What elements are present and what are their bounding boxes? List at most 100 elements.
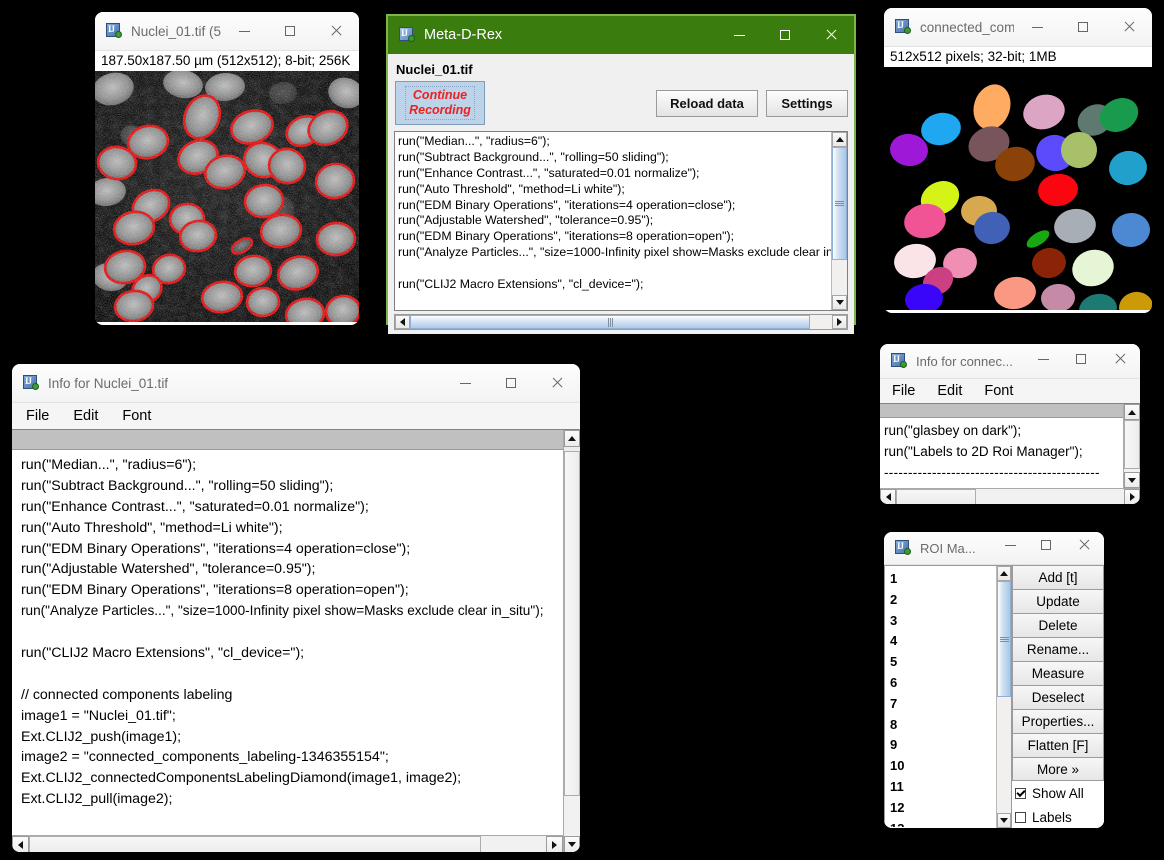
list-item[interactable]: 8 bbox=[885, 715, 995, 736]
maximize-icon[interactable] bbox=[1028, 532, 1064, 561]
info-nuclei-menubar[interactable]: File Edit Font bbox=[12, 403, 580, 429]
meta-d-rex-window[interactable]: IJ Meta-D-Rex Nuclei_01.tif Continue Rec… bbox=[386, 14, 856, 334]
list-item[interactable]: 7 bbox=[885, 694, 995, 715]
update-roi-button[interactable]: Update bbox=[1012, 589, 1104, 613]
nuclei-title-bar[interactable]: IJ Nuclei_01.tif (50%) bbox=[95, 12, 359, 51]
metadrex-vertical-scrollbar[interactable] bbox=[831, 132, 847, 310]
info-connected-title-bar[interactable]: IJ Info for connec... bbox=[880, 344, 1140, 379]
info-nuclei-horizontal-scrollbar[interactable] bbox=[12, 835, 563, 852]
scroll-thumb[interactable] bbox=[832, 147, 847, 260]
scroll-right-arrow[interactable] bbox=[1124, 489, 1140, 504]
maximize-icon[interactable] bbox=[1060, 8, 1106, 46]
checkbox-icon[interactable] bbox=[1015, 811, 1026, 823]
roi-list[interactable]: 1 2 3 4 5 6 7 8 9 10 11 12 13 bbox=[884, 565, 1012, 828]
scroll-left-arrow[interactable] bbox=[395, 315, 410, 329]
maximize-icon[interactable] bbox=[267, 12, 313, 50]
list-item[interactable]: 10 bbox=[885, 756, 995, 777]
add-roi-button[interactable]: Add [t] bbox=[1012, 565, 1104, 589]
list-item[interactable]: 5 bbox=[885, 652, 995, 673]
measure-roi-button[interactable]: Measure bbox=[1012, 661, 1104, 685]
scroll-thumb[interactable] bbox=[564, 451, 580, 796]
show-all-checkbox[interactable]: Show All bbox=[1012, 781, 1104, 805]
scroll-down-arrow[interactable] bbox=[832, 295, 847, 310]
scroll-right-arrow[interactable] bbox=[832, 315, 847, 329]
scroll-up-arrow[interactable] bbox=[997, 566, 1011, 581]
hscroll-thumb[interactable] bbox=[896, 489, 976, 504]
info-connected-menubar[interactable]: File Edit Font bbox=[880, 379, 1140, 403]
scroll-thumb[interactable] bbox=[1124, 420, 1140, 469]
scroll-up-arrow[interactable] bbox=[832, 132, 847, 147]
labels-checkbox[interactable]: Labels bbox=[1012, 805, 1104, 828]
scroll-up-arrow[interactable] bbox=[564, 430, 580, 447]
hscroll-thumb[interactable] bbox=[29, 836, 481, 852]
menu-file[interactable]: File bbox=[26, 408, 49, 424]
list-item[interactable]: 12 bbox=[885, 798, 995, 819]
menu-file[interactable]: File bbox=[892, 383, 915, 399]
more-roi-button[interactable]: More » bbox=[1012, 757, 1104, 781]
menu-edit[interactable]: Edit bbox=[73, 408, 98, 424]
scroll-up-arrow[interactable] bbox=[1124, 404, 1140, 420]
maximize-icon[interactable] bbox=[1062, 344, 1100, 376]
reload-data-button[interactable]: Reload data bbox=[656, 90, 758, 117]
close-icon[interactable] bbox=[1064, 532, 1104, 561]
info-nuclei-text-area[interactable]: run("Median...", "radius=6"); run("Subtr… bbox=[12, 429, 580, 852]
connected-title-bar[interactable]: IJ connected_com... bbox=[884, 8, 1152, 47]
close-icon[interactable] bbox=[313, 12, 359, 50]
menu-edit[interactable]: Edit bbox=[937, 383, 962, 399]
minimize-icon[interactable] bbox=[716, 16, 762, 54]
minimize-icon[interactable] bbox=[221, 12, 267, 50]
continue-recording-button[interactable]: Continue Recording bbox=[395, 81, 485, 125]
close-icon[interactable] bbox=[1100, 344, 1140, 376]
settings-button[interactable]: Settings bbox=[766, 90, 848, 117]
minimize-icon[interactable] bbox=[1014, 8, 1060, 46]
info-nuclei-title-bar[interactable]: IJ Info for Nuclei_01.tif bbox=[12, 364, 580, 403]
roi-manager-window[interactable]: IJ ROI Ma... 1 2 3 4 5 6 7 8 9 10 11 12 bbox=[884, 532, 1104, 828]
deselect-roi-button[interactable]: Deselect bbox=[1012, 685, 1104, 709]
rename-roi-button[interactable]: Rename... bbox=[1012, 637, 1104, 661]
info-connected-horizontal-scrollbar[interactable] bbox=[880, 488, 1140, 504]
hscroll-thumb[interactable] bbox=[410, 315, 810, 329]
menu-font[interactable]: Font bbox=[122, 408, 151, 424]
properties-roi-button[interactable]: Properties... bbox=[1012, 709, 1104, 733]
roi-manager-title-bar[interactable]: IJ ROI Ma... bbox=[884, 532, 1104, 565]
list-item[interactable]: 4 bbox=[885, 631, 995, 652]
minimize-icon[interactable] bbox=[1024, 344, 1062, 376]
scroll-left-arrow[interactable] bbox=[880, 489, 896, 504]
minimize-icon[interactable] bbox=[442, 364, 488, 402]
scroll-down-arrow[interactable] bbox=[997, 813, 1011, 828]
info-connected-text-area[interactable]: run("glasbey on dark"); run("Labels to 2… bbox=[880, 403, 1140, 504]
nuclei-image-canvas[interactable] bbox=[95, 71, 359, 322]
close-icon[interactable] bbox=[808, 16, 854, 54]
list-item[interactable]: 9 bbox=[885, 735, 995, 756]
maximize-icon[interactable] bbox=[762, 16, 808, 54]
flatten-roi-button[interactable]: Flatten [F] bbox=[1012, 733, 1104, 757]
metadrex-title-bar[interactable]: IJ Meta-D-Rex bbox=[388, 16, 854, 54]
metadrex-code-panel[interactable]: run("Median...", "radius=6"); run("Subtr… bbox=[394, 131, 848, 311]
roi-list-scrollbar[interactable] bbox=[996, 566, 1011, 828]
list-item[interactable]: 11 bbox=[885, 777, 995, 798]
nuclei-image-window[interactable]: IJ Nuclei_01.tif (50%) 187.50x187.50 µm … bbox=[95, 12, 359, 325]
close-icon[interactable] bbox=[534, 364, 580, 402]
checkbox-icon[interactable] bbox=[1015, 787, 1026, 799]
scroll-left-arrow[interactable] bbox=[12, 836, 29, 852]
close-icon[interactable] bbox=[1106, 8, 1152, 46]
info-nuclei-window[interactable]: IJ Info for Nuclei_01.tif File Edit Font… bbox=[12, 364, 580, 852]
list-item[interactable]: 1 bbox=[885, 569, 995, 590]
minimize-icon[interactable] bbox=[992, 532, 1028, 561]
connected-image-canvas[interactable] bbox=[884, 67, 1152, 310]
scroll-thumb[interactable] bbox=[997, 581, 1011, 697]
scroll-down-arrow[interactable] bbox=[1124, 472, 1140, 488]
info-nuclei-vertical-scrollbar[interactable] bbox=[563, 430, 580, 852]
metadrex-horizontal-scrollbar[interactable] bbox=[394, 314, 848, 330]
delete-roi-button[interactable]: Delete bbox=[1012, 613, 1104, 637]
list-item[interactable]: 2 bbox=[885, 590, 995, 611]
list-item[interactable]: 6 bbox=[885, 673, 995, 694]
list-item[interactable]: 3 bbox=[885, 611, 995, 632]
info-connected-window[interactable]: IJ Info for connec... File Edit Font run… bbox=[880, 344, 1140, 504]
list-item[interactable]: 13 bbox=[885, 819, 995, 827]
scroll-down-arrow[interactable] bbox=[564, 836, 580, 852]
connected-components-window[interactable]: IJ connected_com... 512x512 pixels; 32-b… bbox=[884, 8, 1152, 313]
menu-font[interactable]: Font bbox=[984, 383, 1013, 399]
maximize-icon[interactable] bbox=[488, 364, 534, 402]
scroll-right-arrow[interactable] bbox=[546, 836, 563, 852]
